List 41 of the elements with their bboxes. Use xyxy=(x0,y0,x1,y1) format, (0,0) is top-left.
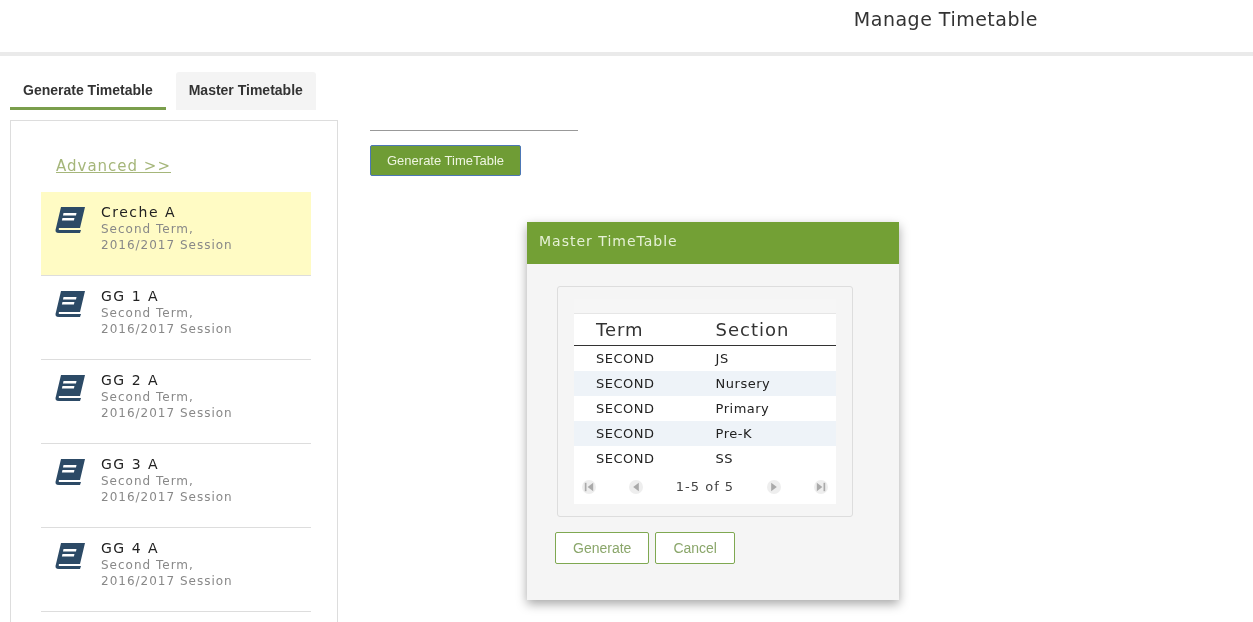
table-cell: JS xyxy=(693,345,836,371)
class-name: Creche A xyxy=(101,204,178,220)
class-name: GG 2 A xyxy=(101,372,161,388)
table-cell: SECOND xyxy=(574,371,694,396)
table-cell: Primary xyxy=(693,396,836,421)
table-cell: Nursery xyxy=(693,371,836,396)
session-text: 2016/2017 Session xyxy=(101,490,233,504)
class-name: GG 1 A xyxy=(101,288,161,304)
table-cell: SS xyxy=(693,446,836,471)
table-cell: SECOND xyxy=(574,345,694,371)
session-text: 2016/2017 Session xyxy=(101,406,233,420)
first-page-icon[interactable] xyxy=(582,479,596,494)
class-name: GG 4 A xyxy=(101,540,161,556)
book-icon xyxy=(53,290,87,318)
table-cell: SECOND xyxy=(574,446,694,471)
term-text: Second Term, xyxy=(101,390,195,404)
term-text: Second Term, xyxy=(101,222,195,236)
session-text: 2016/2017 Session xyxy=(101,238,233,252)
book-icon xyxy=(53,206,87,234)
book-icon xyxy=(53,374,87,402)
column-header: Term xyxy=(574,314,694,346)
term-text: Second Term, xyxy=(101,306,195,320)
previous-page-icon[interactable] xyxy=(628,479,643,494)
session-text: 2016/2017 Session xyxy=(101,322,233,336)
last-page-icon[interactable] xyxy=(814,479,828,494)
column-header: Section xyxy=(693,314,836,346)
pager-text: 1-5 of 5 xyxy=(675,479,735,494)
term-text: Second Term, xyxy=(101,474,195,488)
page-title: Manage Timetable xyxy=(853,8,1038,30)
book-icon xyxy=(53,458,87,486)
table-cell: Pre-K xyxy=(693,421,836,446)
next-page-icon[interactable] xyxy=(767,479,782,494)
table-cell: SECOND xyxy=(574,421,694,446)
term-text: Second Term, xyxy=(101,558,195,572)
dialog-title: Master TimeTable xyxy=(527,222,899,264)
session-text: 2016/2017 Session xyxy=(101,574,233,588)
class-item[interactable]: Creche A Second Term, 2016/2017 Session xyxy=(41,192,311,276)
tab[interactable]: Master Timetable xyxy=(175,72,316,110)
book-icon xyxy=(53,542,87,570)
class-name: GG 3 A xyxy=(101,456,161,472)
table-cell: SECOND xyxy=(574,396,694,421)
